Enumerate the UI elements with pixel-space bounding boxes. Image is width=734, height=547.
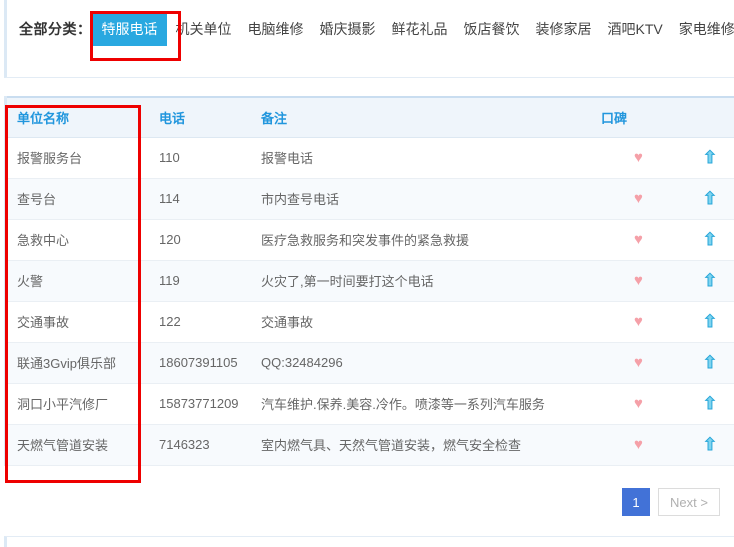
table-row[interactable]: 急救中心 120 医疗急救服务和突发事件的紧急救援 ♥ ⬆ [7, 219, 734, 261]
cell-unit-name: 报警服务台 [7, 137, 149, 179]
up-arrow-icon[interactable]: ⬆ [702, 190, 717, 208]
cell-telephone: 119 [149, 260, 251, 302]
category-list: 全部分类： 特服电话 机关单位 电脑维修 婚庆摄影 鲜花礼品 饭店餐饮 装修家居 酒吧KTV 家电… [19, 12, 734, 46]
cell-telephone: 122 [149, 301, 251, 343]
pagination: 1 Next > [622, 488, 720, 516]
table-row[interactable]: 火警 119 火灾了,第一时间要打这个电话 ♥ ⬆ [7, 260, 734, 302]
cell-telephone: 18607391105 [149, 342, 251, 384]
table-row[interactable]: 洞口小平汽修厂 15873771209 汽车维护.保养.美容.冷作。喷漆等一系列汽车… [7, 383, 734, 425]
cell-reputation: ♥ [591, 219, 676, 261]
up-arrow-icon[interactable]: ⬆ [702, 313, 717, 331]
cell-telephone: 114 [149, 178, 251, 220]
cell-note: 交通事故 [251, 301, 591, 343]
table-body: 报警服务台 110 报警电话 ♥ ⬆ 查号台 114 市内查号电话 ♥ ⬆ 急救中心 120 医疗急救服… [7, 137, 734, 466]
category-item-hunqing-sheying[interactable]: 婚庆摄影 [313, 13, 383, 45]
cell-vote-action[interactable]: ⬆ [676, 383, 734, 425]
listing-table: 单位名称 电话 备注 口碑 报警服务台 110 报警电话 ♥ ⬆ 查号台 114 市内查号电话… [7, 96, 734, 466]
cell-unit-name: 联通3Gvip俱乐部 [7, 342, 149, 384]
cell-vote-action[interactable]: ⬆ [676, 260, 734, 302]
cell-telephone: 120 [149, 219, 251, 261]
column-header-note: 备注 [251, 96, 591, 138]
listing-table-container: 单位名称 电话 备注 口碑 报警服务台 110 报警电话 ♥ ⬆ 查号台 114 市内查号电话… [4, 96, 734, 466]
cell-note: 火灾了,第一时间要打这个电话 [251, 260, 591, 302]
up-arrow-icon[interactable]: ⬆ [702, 395, 717, 413]
cell-note: 室内燃气具、天然气管道安装，燃气安全检查 [251, 424, 591, 466]
column-header-action [676, 96, 734, 138]
heart-icon: ♥ [634, 149, 643, 166]
up-arrow-icon[interactable]: ⬆ [702, 149, 717, 167]
cell-reputation: ♥ [591, 342, 676, 384]
pagination-next-button[interactable]: Next > [658, 488, 720, 516]
cell-telephone: 7146323 [149, 424, 251, 466]
table-row[interactable]: 查号台 114 市内查号电话 ♥ ⬆ [7, 178, 734, 220]
up-arrow-icon[interactable]: ⬆ [702, 354, 717, 372]
cell-vote-action[interactable]: ⬆ [676, 342, 734, 384]
cell-reputation: ♥ [591, 137, 676, 179]
cell-vote-action[interactable]: ⬆ [676, 178, 734, 220]
table-row[interactable]: 联通3Gvip俱乐部 18607391105 QQ:32484296 ♥ ⬆ [7, 342, 734, 384]
cell-reputation: ♥ [591, 260, 676, 302]
cell-vote-action[interactable]: ⬆ [676, 137, 734, 179]
heart-icon: ♥ [634, 395, 643, 412]
cell-unit-name: 火警 [7, 260, 149, 302]
cell-note: QQ:32484296 [251, 342, 591, 384]
category-item-xianhua-lipin[interactable]: 鲜花礼品 [385, 13, 455, 45]
page-root: 全部分类： 特服电话 机关单位 电脑维修 婚庆摄影 鲜花礼品 饭店餐饮 装修家居 酒吧KTV 家电… [0, 0, 734, 547]
cell-vote-action[interactable]: ⬆ [676, 424, 734, 466]
cell-telephone: 110 [149, 137, 251, 179]
cell-reputation: ♥ [591, 383, 676, 425]
heart-icon: ♥ [634, 190, 643, 207]
cell-unit-name: 急救中心 [7, 219, 149, 261]
table-header: 单位名称 电话 备注 口碑 [7, 96, 734, 138]
cell-unit-name: 天燃气管道安装 [7, 424, 149, 466]
cell-note: 报警电话 [251, 137, 591, 179]
category-item-tefu-dianhua[interactable]: 特服电话 [92, 12, 167, 46]
category-item-fandian-canyin[interactable]: 饭店餐饮 [457, 13, 527, 45]
table-row[interactable]: 天燃气管道安装 7146323 室内燃气具、天然气管道安装，燃气安全检查 ♥ ⬆ [7, 424, 734, 466]
cell-reputation: ♥ [591, 178, 676, 220]
category-item-jiuba-ktv[interactable]: 酒吧KTV [601, 13, 670, 45]
cell-unit-name: 洞口小平汽修厂 [7, 383, 149, 425]
up-arrow-icon[interactable]: ⬆ [702, 272, 717, 290]
heart-icon: ♥ [634, 313, 643, 330]
table-row[interactable]: 交通事故 122 交通事故 ♥ ⬆ [7, 301, 734, 343]
category-item-diannao-weixiu[interactable]: 电脑维修 [241, 13, 311, 45]
heart-icon: ♥ [634, 231, 643, 248]
category-panel: 全部分类： 特服电话 机关单位 电脑维修 婚庆摄影 鲜花礼品 饭店餐饮 装修家居 酒吧KTV 家电… [4, 0, 734, 78]
cell-reputation: ♥ [591, 424, 676, 466]
column-header-name: 单位名称 [7, 96, 149, 138]
cell-unit-name: 交通事故 [7, 301, 149, 343]
cell-vote-action[interactable]: ⬆ [676, 301, 734, 343]
cell-reputation: ♥ [591, 301, 676, 343]
table-row[interactable]: 报警服务台 110 报警电话 ♥ ⬆ [7, 137, 734, 179]
cell-note: 市内查号电话 [251, 178, 591, 220]
column-header-telephone: 电话 [149, 96, 251, 138]
cell-note: 汽车维护.保养.美容.冷作。喷漆等一系列汽车服务 [251, 383, 591, 425]
cell-note: 医疗急救服务和突发事件的紧急救援 [251, 219, 591, 261]
cell-unit-name: 查号台 [7, 178, 149, 220]
category-item-jiadian-weixiu[interactable]: 家电维修 [672, 13, 734, 45]
cell-vote-action[interactable]: ⬆ [676, 219, 734, 261]
bottom-strip [4, 536, 734, 547]
cell-telephone: 15873771209 [149, 383, 251, 425]
heart-icon: ♥ [634, 436, 643, 453]
up-arrow-icon[interactable]: ⬆ [702, 231, 717, 249]
table-header-row: 单位名称 电话 备注 口碑 [7, 96, 734, 138]
heart-icon: ♥ [634, 272, 643, 289]
pagination-page-1[interactable]: 1 [622, 488, 650, 516]
category-item-jiguan-danwei[interactable]: 机关单位 [169, 13, 239, 45]
up-arrow-icon[interactable]: ⬆ [702, 436, 717, 454]
column-header-reputation: 口碑 [591, 96, 676, 138]
category-label: 全部分类： [19, 21, 92, 37]
category-item-zhuangxiu-jiaju[interactable]: 装修家居 [529, 13, 599, 45]
heart-icon: ♥ [634, 354, 643, 371]
